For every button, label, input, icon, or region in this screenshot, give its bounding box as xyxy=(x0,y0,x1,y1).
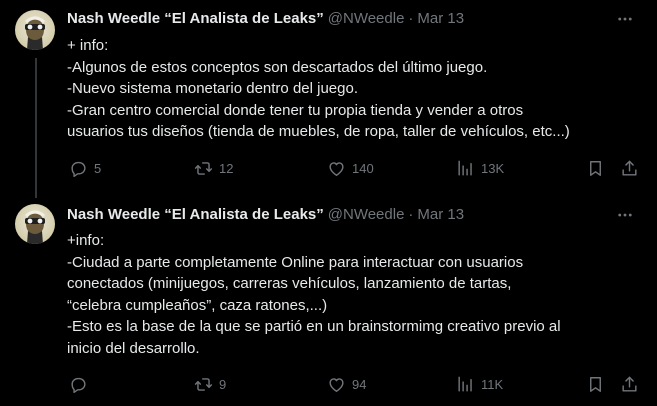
repost-icon xyxy=(194,377,213,391)
share-icon xyxy=(622,376,637,392)
more-horizontal-icon xyxy=(618,17,632,21)
tweet-text: +info: -Ciudad a parte completamente Onl… xyxy=(67,230,647,359)
repost-button[interactable]: 9 xyxy=(194,372,226,396)
tweet-date[interactable]: Mar 13 xyxy=(417,10,464,27)
tweet-header: Nash Weedle “El Analista de Leaks” @NWee… xyxy=(67,204,464,224)
tweet-text-line: + info: xyxy=(67,37,109,54)
tweet-text-line: +info: xyxy=(67,232,105,249)
tweet-text-line: inicio del desarrollo. xyxy=(67,339,200,357)
reply-icon xyxy=(71,161,86,177)
heart-icon xyxy=(329,161,344,176)
author-name[interactable]: Nash Weedle “El Analista de Leaks” xyxy=(67,10,324,27)
separator-dot: · xyxy=(408,9,414,27)
tweet-actions: 5 12 140 13K xyxy=(0,156,657,180)
views-chart-icon xyxy=(458,160,472,176)
tweet-text-line: usuarios tus diseños (tienda de muebles,… xyxy=(67,123,570,140)
tweet-text-line: -Gran centro comercial donde tener tu pr… xyxy=(67,101,524,119)
repost-count: 12 xyxy=(219,160,234,176)
bookmark-button[interactable] xyxy=(586,156,605,180)
tweet-actions: 9 94 11K xyxy=(0,372,657,396)
avatar[interactable] xyxy=(15,10,55,50)
like-button[interactable]: 94 xyxy=(327,372,366,396)
tweet-text-line: -Esto es la base de la que se partió en … xyxy=(67,318,561,335)
author-handle[interactable]: @NWeedle xyxy=(328,10,405,27)
bookmark-icon xyxy=(590,376,601,392)
more-options-button[interactable] xyxy=(615,9,635,29)
views-button[interactable]: 11K xyxy=(456,372,503,396)
reply-icon xyxy=(71,377,86,393)
tweet-2[interactable]: Nash Weedle “El Analista de Leaks” @NWee… xyxy=(0,200,657,406)
author-handle[interactable]: @NWeedle xyxy=(328,206,405,223)
tweet-text: + info: -Algunos de estos conceptos son … xyxy=(67,35,647,143)
heart-icon xyxy=(329,377,344,392)
tweet-date[interactable]: Mar 13 xyxy=(417,206,464,223)
tweet-text-line: -Nuevo sistema monetario dentro del jueg… xyxy=(67,80,358,97)
tweet-text-line: -Ciudad a parte completamente Online par… xyxy=(67,253,524,271)
tweet-header: Nash Weedle “El Analista de Leaks” @NWee… xyxy=(67,8,464,28)
reply-button[interactable] xyxy=(69,372,94,396)
like-count: 140 xyxy=(352,160,374,176)
like-button[interactable]: 140 xyxy=(327,156,374,180)
repost-button[interactable]: 12 xyxy=(194,156,233,180)
tweet-1[interactable]: Nash Weedle “El Analista de Leaks” @NWee… xyxy=(0,0,657,200)
views-button[interactable]: 13K xyxy=(456,156,504,180)
share-button[interactable] xyxy=(620,372,639,396)
bookmark-icon xyxy=(590,160,601,176)
share-button[interactable] xyxy=(620,156,639,180)
more-horizontal-icon xyxy=(618,213,632,217)
share-icon xyxy=(622,160,637,176)
bookmark-button[interactable] xyxy=(586,372,605,396)
views-count: 11K xyxy=(481,376,504,392)
avatar-image xyxy=(25,16,45,50)
avatar[interactable] xyxy=(15,204,55,244)
more-options-button[interactable] xyxy=(615,205,635,225)
tweet-text-line: -Algunos de estos conceptos son descarta… xyxy=(67,58,488,76)
like-count: 94 xyxy=(352,376,367,392)
author-name[interactable]: Nash Weedle “El Analista de Leaks” xyxy=(67,206,324,223)
views-count: 13K xyxy=(481,160,505,176)
separator-dot: · xyxy=(408,205,414,223)
views-chart-icon xyxy=(458,376,472,392)
reply-button[interactable]: 5 xyxy=(69,156,101,180)
repost-icon xyxy=(194,161,213,175)
tweet-text-line: conectados (minijuegos, carreras vehícul… xyxy=(67,275,512,292)
tweet-text-line: “celebra cumpleaños”, caza ratones,...) xyxy=(67,296,328,314)
avatar-image xyxy=(25,210,45,244)
repost-count: 9 xyxy=(219,376,227,392)
reply-count: 5 xyxy=(94,160,102,176)
